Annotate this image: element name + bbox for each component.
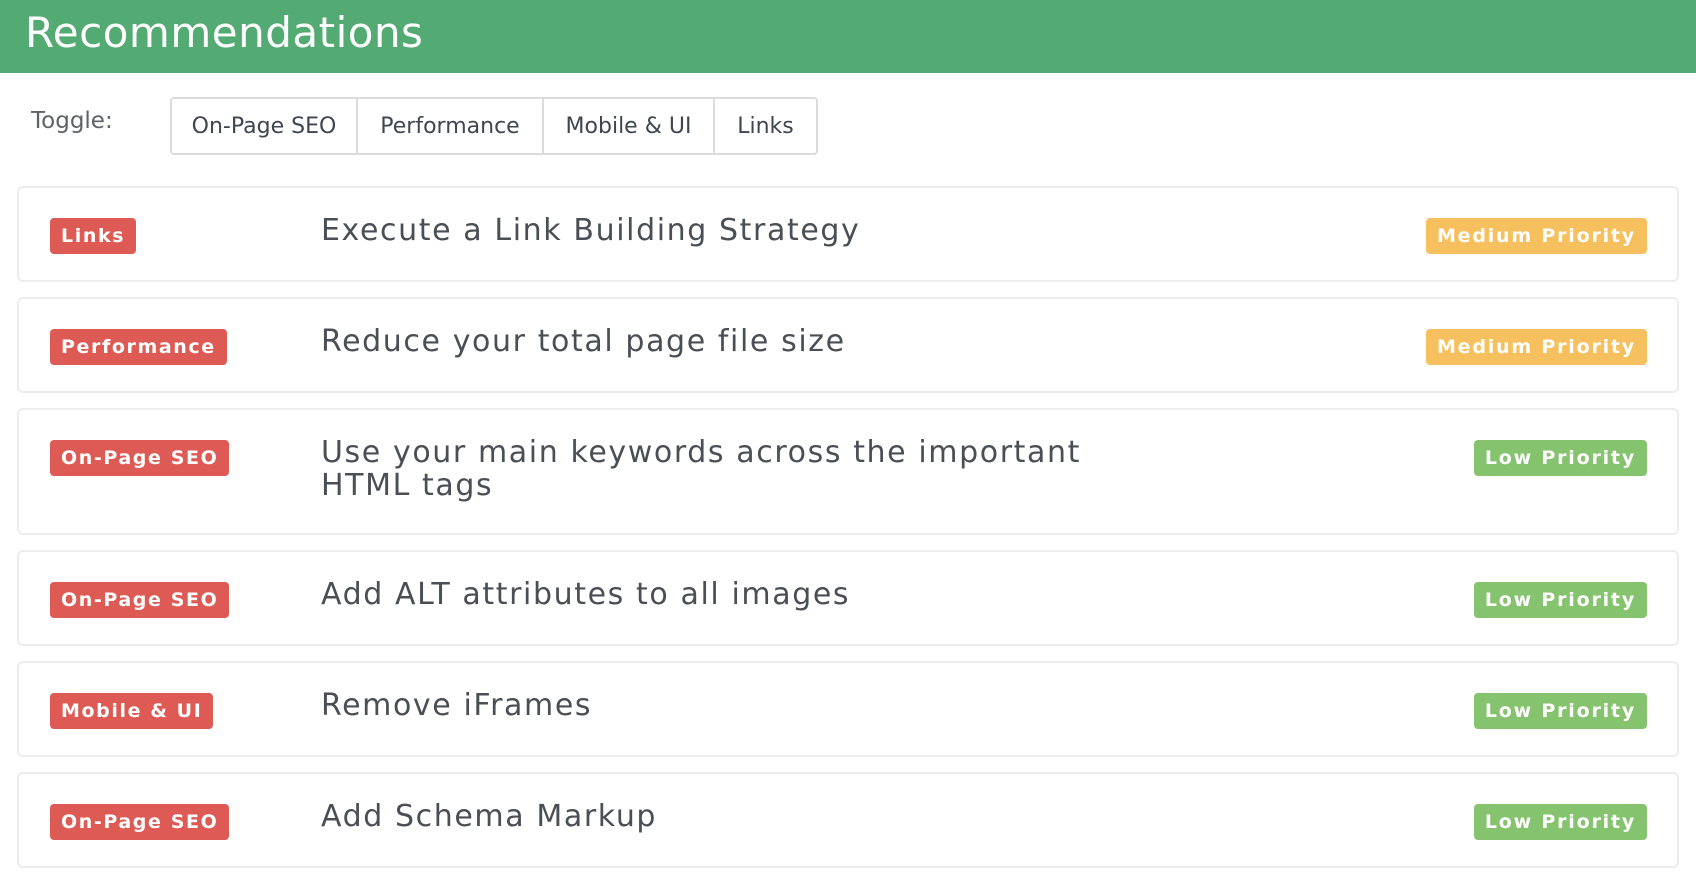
toggle-label: Toggle: <box>31 108 113 134</box>
priority-badge: Medium Priority <box>1425 218 1647 254</box>
recommendation-title: Add ALT attributes to all images <box>321 577 851 612</box>
recommendation-title: Execute a Link Building Strategy <box>321 213 861 248</box>
toggle-performance-button[interactable]: Performance <box>356 97 544 155</box>
toggle-on-page-seo-button[interactable]: On-Page SEO <box>170 97 358 155</box>
recommendation-row[interactable]: Mobile & UI Remove iFrames Low Priority <box>17 661 1679 757</box>
category-badge: On-Page SEO <box>50 804 230 840</box>
recommendation-list: Links Execute a Link Building Strategy M… <box>17 186 1679 883</box>
priority-badge: Low Priority <box>1473 693 1647 729</box>
priority-badge: Low Priority <box>1473 582 1647 618</box>
toggle-mobile-ui-button[interactable]: Mobile & UI <box>542 97 715 155</box>
priority-badge: Medium Priority <box>1425 329 1647 365</box>
recommendation-title: Remove iFrames <box>321 688 593 723</box>
recommendation-title: Add Schema Markup <box>321 799 658 834</box>
page-header: Recommendations <box>0 0 1696 73</box>
priority-badge: Low Priority <box>1473 440 1647 476</box>
recommendation-row[interactable]: Performance Reduce your total page file … <box>17 297 1679 393</box>
priority-badge: Low Priority <box>1473 804 1647 840</box>
category-badge: On-Page SEO <box>50 582 230 618</box>
recommendation-row[interactable]: On-Page SEO Add Schema Markup Low Priori… <box>17 772 1679 868</box>
category-badge: On-Page SEO <box>50 440 230 476</box>
category-badge: Performance <box>50 329 227 365</box>
recommendation-title: Use your main keywords across the import… <box>321 435 1081 503</box>
category-badge: Links <box>50 218 137 254</box>
category-badge: Mobile & UI <box>50 693 214 729</box>
toggle-button-group: On-Page SEO Performance Mobile & UI Link… <box>170 97 818 155</box>
page-title: Recommendations <box>25 8 424 57</box>
toggle-links-button[interactable]: Links <box>713 97 818 155</box>
recommendation-row[interactable]: Links Execute a Link Building Strategy M… <box>17 186 1679 282</box>
recommendation-title: Reduce your total page file size <box>321 324 846 359</box>
recommendation-row[interactable]: On-Page SEO Use your main keywords acros… <box>17 408 1679 535</box>
recommendation-row[interactable]: On-Page SEO Add ALT attributes to all im… <box>17 550 1679 646</box>
